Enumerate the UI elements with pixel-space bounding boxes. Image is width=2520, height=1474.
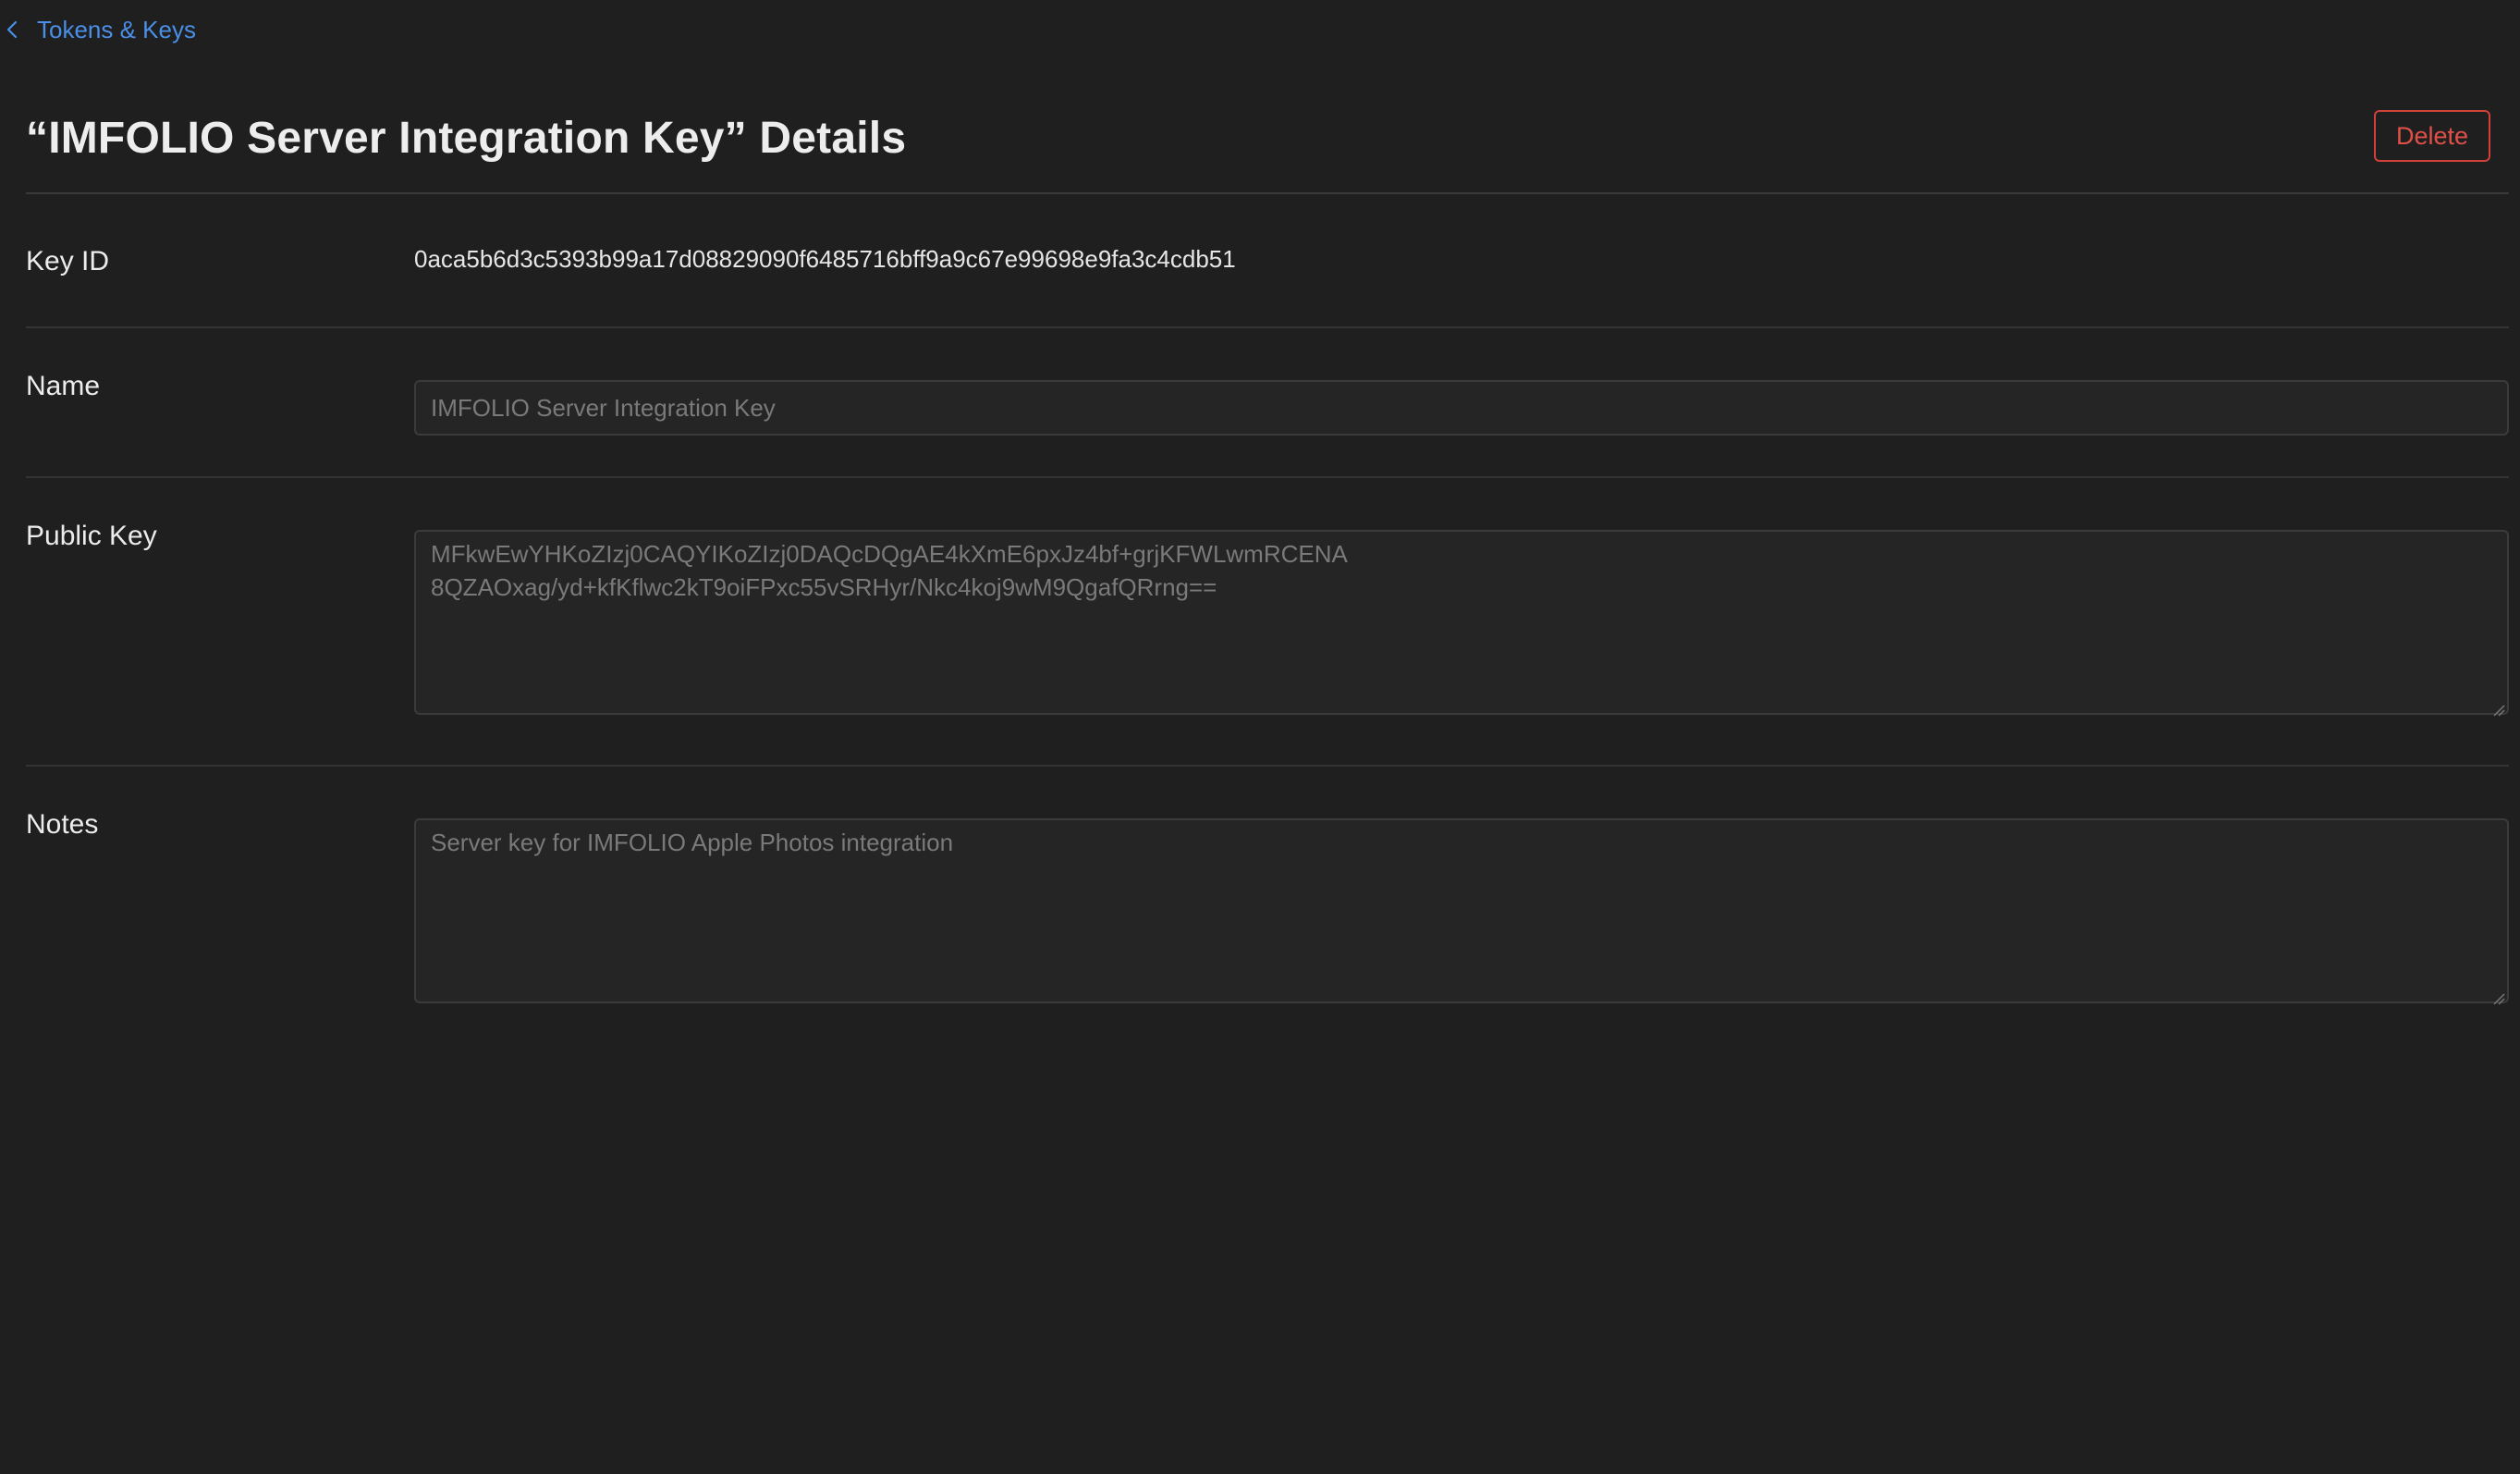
- key-id-row: Key ID 0aca5b6d3c5393b99a17d08829090f648…: [26, 194, 2509, 328]
- name-field[interactable]: [414, 380, 2509, 436]
- notes-field[interactable]: [414, 818, 2509, 1003]
- public-key-row: Public Key: [26, 478, 2509, 767]
- name-label: Name: [26, 371, 101, 401]
- chevron-left-icon: [2, 13, 22, 46]
- notes-row: Notes: [26, 767, 2509, 1044]
- public-key-label: Public Key: [26, 521, 157, 551]
- page-header: “IMFOLIO Server Integration Key” Details…: [26, 100, 2509, 194]
- public-key-field[interactable]: [414, 530, 2509, 715]
- back-link-tokens-keys[interactable]: Tokens & Keys: [0, 13, 196, 46]
- key-id-value: 0aca5b6d3c5393b99a17d08829090f6485716bff…: [414, 245, 1236, 273]
- notes-label: Notes: [26, 809, 99, 840]
- page-title: “IMFOLIO Server Integration Key” Details: [26, 114, 907, 163]
- key-id-label: Key ID: [26, 246, 110, 276]
- delete-button[interactable]: Delete: [2373, 110, 2490, 162]
- back-link-label: Tokens & Keys: [37, 15, 196, 43]
- key-details-page: Tokens & Keys “IMFOLIO Server Integratio…: [0, 0, 2520, 1474]
- name-row: Name: [26, 328, 2509, 478]
